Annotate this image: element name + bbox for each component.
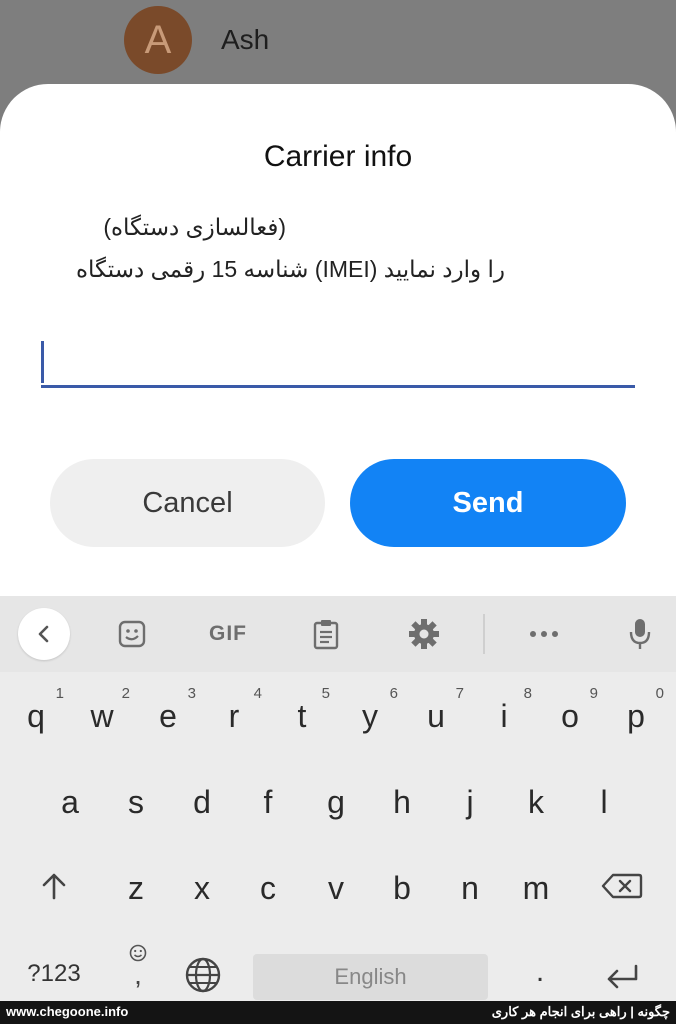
key-t[interactable]: 5t — [272, 680, 332, 752]
key-r[interactable]: 4r — [204, 680, 264, 752]
watermark-url: www.chegoone.info — [6, 1004, 129, 1019]
text-cursor — [41, 341, 44, 383]
cancel-button[interactable]: Cancel — [50, 459, 325, 547]
key-s[interactable]: s — [106, 766, 166, 838]
more-icon[interactable] — [520, 610, 568, 658]
toolbar-divider — [483, 614, 485, 654]
dialog-message-line-2-text: را وارد نمایید (IMEI) شناسه 15 رقمی دستگ… — [76, 256, 506, 282]
backspace-key[interactable] — [594, 856, 650, 916]
dialog-message-line-2: را وارد نمایید (IMEI) شناسه 15 رقمی دستگ… — [76, 256, 576, 283]
key-h[interactable]: h — [372, 766, 432, 838]
key-z[interactable]: z — [106, 852, 166, 924]
key-j[interactable]: j — [440, 766, 500, 838]
key-hint: 8 — [523, 685, 532, 702]
key-u[interactable]: 7u — [406, 680, 466, 752]
sticker-icon[interactable] — [108, 610, 156, 658]
key-v[interactable]: v — [306, 852, 366, 924]
watermark-footer: www.chegoone.info چگونه | راهی برای انجا… — [0, 1001, 676, 1024]
settings-icon[interactable] — [400, 610, 448, 658]
key-k[interactable]: k — [506, 766, 566, 838]
key-b[interactable]: b — [372, 852, 432, 924]
key-label: p — [627, 698, 645, 734]
keyboard: GIF 1q2w3e4r5t6y7u8i9o0p asdfghjkl zxcvb… — [0, 596, 676, 1001]
clipboard-icon[interactable] — [302, 610, 350, 658]
key-hint: 9 — [589, 685, 598, 702]
key-label: w — [90, 698, 114, 734]
period-key[interactable]: . — [520, 952, 560, 996]
contact-avatar: A — [124, 6, 192, 74]
globe-icon[interactable] — [180, 952, 226, 998]
key-label: e — [159, 698, 177, 734]
imei-input[interactable] — [41, 336, 635, 388]
watermark-tagline: چگونه | راهی برای انجام هر کاری — [491, 1004, 670, 1019]
key-y[interactable]: 6y — [340, 680, 400, 752]
key-e[interactable]: 3e — [138, 680, 198, 752]
key-hint: 0 — [655, 685, 664, 702]
send-button[interactable]: Send — [350, 459, 626, 547]
key-label: y — [362, 698, 378, 734]
key-hint: 3 — [187, 685, 196, 702]
key-c[interactable]: c — [238, 852, 298, 924]
key-label: r — [228, 698, 240, 734]
key-label: u — [427, 698, 445, 734]
key-w[interactable]: 2w — [72, 680, 132, 752]
gif-icon[interactable]: GIF — [200, 610, 256, 658]
key-d[interactable]: d — [172, 766, 232, 838]
space-key[interactable]: English — [253, 954, 488, 1000]
comma-emoji-key[interactable]: , — [120, 944, 156, 996]
key-l[interactable]: l — [574, 766, 634, 838]
key-label: t — [297, 698, 307, 734]
key-hint: 1 — [55, 685, 64, 702]
key-n[interactable]: n — [440, 852, 500, 924]
key-hint: 7 — [455, 685, 464, 702]
symbols-key[interactable]: ?123 — [22, 952, 86, 996]
key-p[interactable]: 0p — [606, 680, 666, 752]
key-i[interactable]: 8i — [474, 680, 534, 752]
back-chevron-icon[interactable] — [18, 608, 70, 660]
comma-label: , — [134, 959, 142, 990]
keyboard-toolbar: GIF — [0, 596, 676, 672]
microphone-icon[interactable] — [616, 610, 664, 658]
key-x[interactable]: x — [172, 852, 232, 924]
contact-name: Ash — [221, 24, 270, 55]
key-hint: 6 — [389, 685, 398, 702]
enter-key[interactable] — [598, 954, 646, 998]
dialog-title: Carrier info — [263, 140, 413, 173]
key-hint: 2 — [121, 685, 130, 702]
key-m[interactable]: m — [506, 852, 566, 924]
key-f[interactable]: f — [238, 766, 298, 838]
key-hint: 5 — [321, 685, 330, 702]
key-label: i — [500, 698, 508, 734]
key-label: q — [27, 698, 45, 734]
key-a[interactable]: a — [40, 766, 100, 838]
shift-key[interactable] — [28, 856, 80, 916]
dialog-message-line-1: (فعالسازی دستگاه) — [103, 214, 286, 240]
key-o[interactable]: 9o — [540, 680, 600, 752]
key-hint: 4 — [253, 685, 262, 702]
key-g[interactable]: g — [306, 766, 366, 838]
key-q[interactable]: 1q — [6, 680, 66, 752]
key-label: o — [561, 698, 579, 734]
